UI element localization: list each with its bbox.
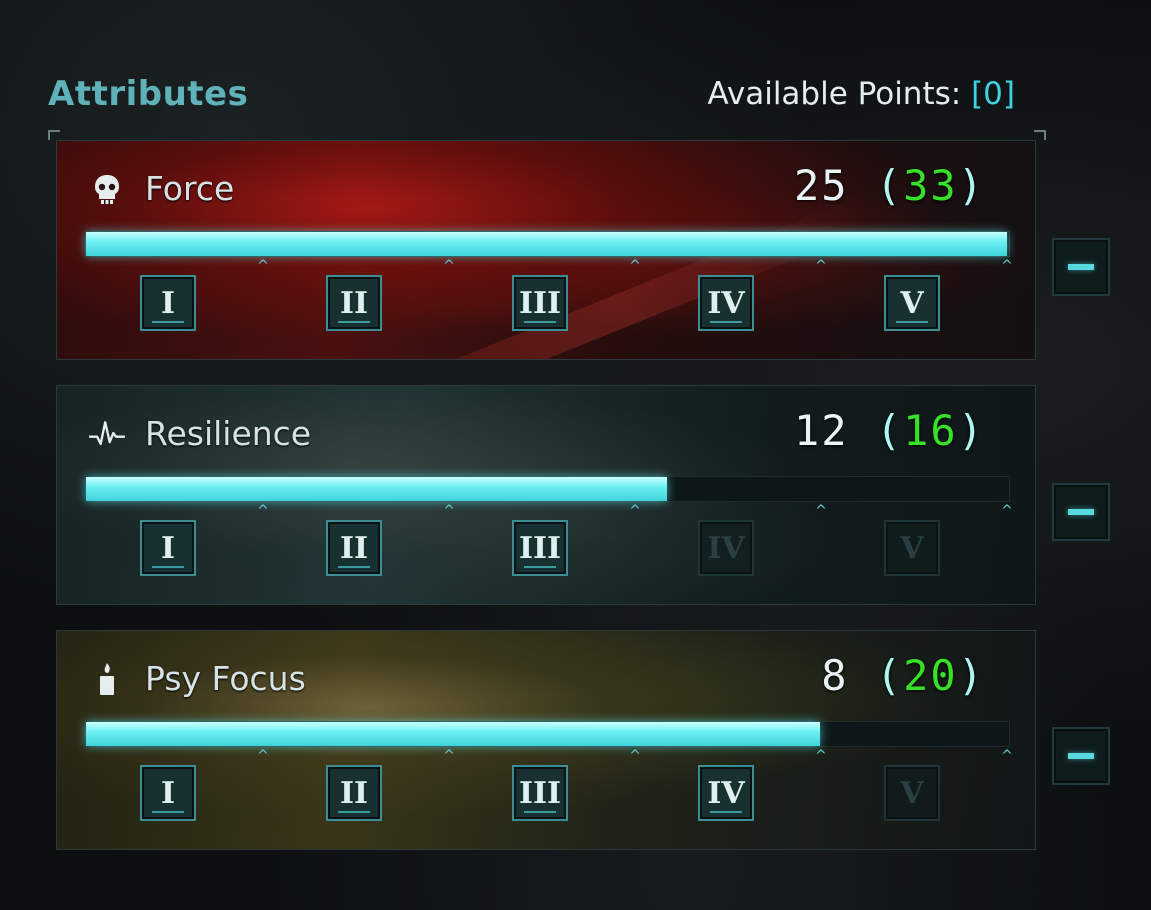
tier-glow xyxy=(152,321,184,323)
tier-label: I xyxy=(160,530,176,566)
tier-glow xyxy=(896,321,928,323)
attribute-name: Force xyxy=(145,169,235,208)
attributes-title: Attributes xyxy=(48,74,249,114)
attribute-name: Psy Focus xyxy=(145,659,306,698)
attribute-progress-bar xyxy=(85,721,1010,747)
skull-icon xyxy=(89,171,125,207)
tier-glow xyxy=(152,811,184,813)
open-paren: ( xyxy=(875,406,904,455)
available-points-value: [0] xyxy=(971,76,1015,112)
tier-marker-caret: ^ xyxy=(257,748,269,764)
attribute-name: Resilience xyxy=(145,414,312,453)
tier-glow xyxy=(524,566,556,568)
tier-button-v[interactable]: V xyxy=(884,275,940,331)
frame-corner-right xyxy=(1034,130,1046,140)
tier-label: IV xyxy=(707,530,745,566)
attribute-progress-fill xyxy=(86,477,668,501)
tier-label: III xyxy=(518,775,562,811)
tier-button-iii[interactable]: III xyxy=(512,765,568,821)
tier-button-iv[interactable]: IV xyxy=(698,275,754,331)
tier-button-ii[interactable]: II xyxy=(326,520,382,576)
open-paren: ( xyxy=(875,651,904,700)
tier-marker-caret: ^ xyxy=(629,258,641,274)
tier-glow xyxy=(338,566,370,568)
tier-label: V xyxy=(900,775,924,811)
attribute-bonus: 16 xyxy=(903,406,958,455)
tier-marker-caret: ^ xyxy=(443,258,455,274)
tier-label: IV xyxy=(707,285,745,321)
attribute-bonus: 33 xyxy=(903,161,958,210)
tier-marker-caret: ^ xyxy=(815,503,827,519)
tier-label: II xyxy=(339,530,369,566)
tier-glow xyxy=(524,321,556,323)
tier-marker-caret: ^ xyxy=(257,503,269,519)
tier-label: I xyxy=(160,285,176,321)
open-paren: ( xyxy=(875,161,904,210)
heartbeat-icon xyxy=(89,416,125,452)
attribute-value: 8 xyxy=(821,651,849,700)
tier-marker-caret: ^ xyxy=(815,258,827,274)
attribute-progress-bar xyxy=(85,476,1010,502)
minus-icon xyxy=(1068,509,1094,515)
attribute-progress-bar xyxy=(85,231,1010,257)
minus-icon xyxy=(1068,753,1094,759)
tier-marker-caret: ^ xyxy=(1001,748,1013,764)
attribute-values: 8 (20) xyxy=(821,651,985,700)
tier-marker-caret: ^ xyxy=(1001,258,1013,274)
tier-button-i[interactable]: I xyxy=(140,765,196,821)
tier-button-iii[interactable]: III xyxy=(512,520,568,576)
tier-label: V xyxy=(900,285,924,321)
tier-label: IV xyxy=(707,775,745,811)
attribute-value: 25 xyxy=(793,161,849,210)
tier-label: I xyxy=(160,775,176,811)
tier-label: III xyxy=(518,285,562,321)
decrease-psy-focus-button[interactable] xyxy=(1052,727,1110,785)
frame-corner-left xyxy=(48,130,60,140)
tier-glow xyxy=(710,321,742,323)
tier-button-v[interactable]: V xyxy=(884,765,940,821)
tier-button-i[interactable]: I xyxy=(140,275,196,331)
tier-label: V xyxy=(900,530,924,566)
available-points-label: Available Points: xyxy=(707,76,962,112)
tier-marker-caret: ^ xyxy=(443,503,455,519)
close-paren: ) xyxy=(957,651,985,700)
tier-button-i[interactable]: I xyxy=(140,520,196,576)
attribute-progress-fill xyxy=(86,722,820,746)
tier-marker-caret: ^ xyxy=(443,748,455,764)
close-paren: ) xyxy=(957,406,985,455)
decrease-resilience-button[interactable] xyxy=(1052,483,1110,541)
tier-marker-caret: ^ xyxy=(629,503,641,519)
tier-button-iii[interactable]: III xyxy=(512,275,568,331)
tier-marker-caret: ^ xyxy=(1001,503,1013,519)
attribute-values: 12 (16) xyxy=(794,406,985,455)
tier-button-ii[interactable]: II xyxy=(326,275,382,331)
tier-button-v[interactable]: V xyxy=(884,520,940,576)
tier-marker-caret: ^ xyxy=(257,258,269,274)
decrease-force-button[interactable] xyxy=(1052,238,1110,296)
tier-glow xyxy=(524,811,556,813)
tier-glow xyxy=(338,321,370,323)
tier-glow xyxy=(338,811,370,813)
tier-label: II xyxy=(339,775,369,811)
tier-label: II xyxy=(339,285,369,321)
available-points: Available Points: [0] xyxy=(707,76,1015,112)
tier-marker-caret: ^ xyxy=(815,748,827,764)
candle-icon xyxy=(89,661,125,697)
tier-glow xyxy=(710,811,742,813)
tier-label: III xyxy=(518,530,562,566)
attribute-panel-resilience: Resilience 12 (16) ^ ^ ^ ^ ^ I II III IV… xyxy=(56,385,1036,605)
close-paren: ) xyxy=(957,161,985,210)
attribute-bonus: 20 xyxy=(903,651,958,700)
tier-button-iv[interactable]: IV xyxy=(698,520,754,576)
attribute-panel-force: Force 25 (33) ^ ^ ^ ^ ^ I II III IV V xyxy=(56,140,1036,360)
tier-button-ii[interactable]: II xyxy=(326,765,382,821)
attribute-value: 12 xyxy=(793,406,849,455)
attribute-panel-psy-focus: Psy Focus 8 (20) ^ ^ ^ ^ ^ I II III IV V xyxy=(56,630,1036,850)
tier-marker-caret: ^ xyxy=(629,748,641,764)
tier-button-iv[interactable]: IV xyxy=(698,765,754,821)
minus-icon xyxy=(1068,264,1094,270)
attribute-progress-fill xyxy=(86,232,1008,256)
attribute-values: 25 (33) xyxy=(794,161,985,210)
tier-glow xyxy=(152,566,184,568)
